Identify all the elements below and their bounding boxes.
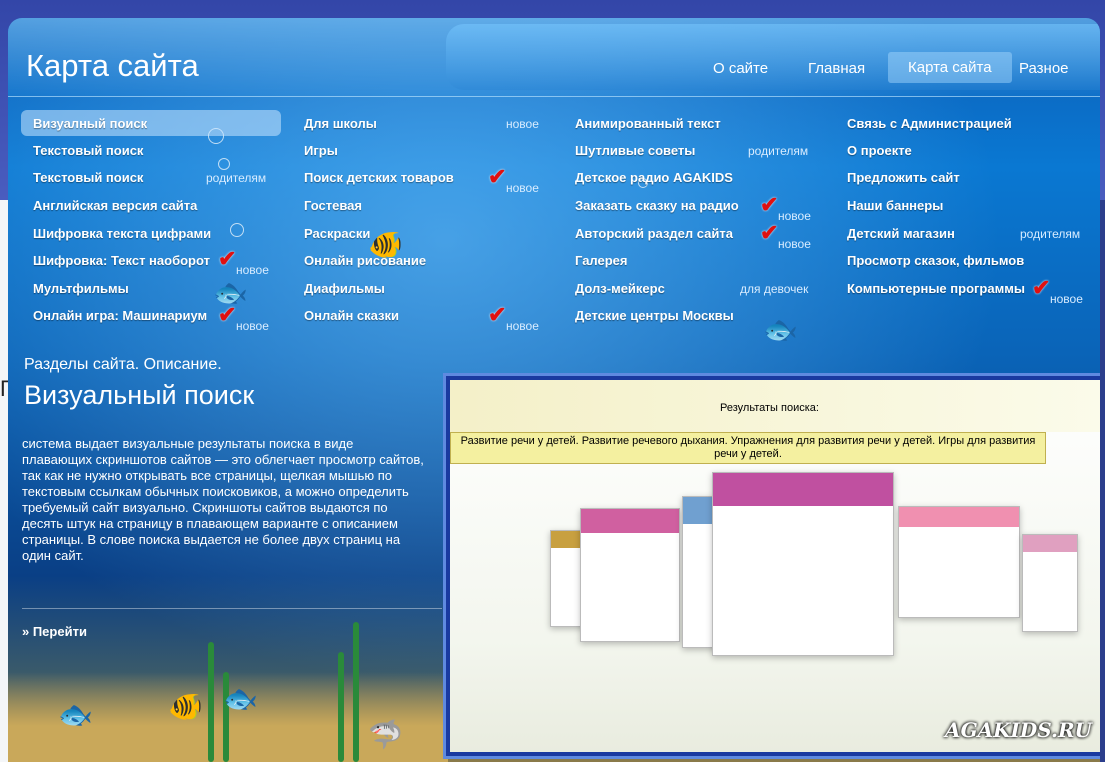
bubble <box>230 223 244 237</box>
sitemap-link[interactable]: Шифровка текста цифрами <box>33 226 211 241</box>
fish-icon: 🐠 <box>168 691 203 722</box>
sitemap-link[interactable]: Заказать сказку на радио <box>575 198 739 213</box>
check-icon: ✔ <box>488 302 507 327</box>
sitemap-link[interactable]: Раскраски <box>304 226 370 241</box>
check-icon: ✔ <box>760 192 779 217</box>
page-title: Карта сайта <box>26 48 199 83</box>
sitemap-link[interactable]: Онлайн сказки <box>304 308 399 323</box>
shark-icon: 🦈 <box>368 719 403 750</box>
sitemap-link[interactable]: Онлайн игра: Машинариум <box>33 308 207 323</box>
tag-badge: новое <box>778 209 811 223</box>
tag-badge: новое <box>236 263 269 277</box>
divider <box>22 608 442 609</box>
seaweed <box>208 642 214 762</box>
fish-icon: 🐟 <box>763 314 798 345</box>
clownfish-icon: 🐠 <box>368 229 403 260</box>
tag-badge: новое <box>506 181 539 195</box>
sitemap-link[interactable]: Текстовый поиск <box>33 170 143 185</box>
search-query: Развитие речи у детей. Развитие речевого… <box>450 432 1046 464</box>
tag-badge: новое <box>236 319 269 333</box>
tag-badge: родителям <box>748 144 809 158</box>
fish-icon: 🐟 <box>213 277 248 308</box>
sitemap-link[interactable]: Шутливые советы <box>575 143 695 158</box>
tag-badge: новое <box>1050 292 1083 306</box>
sitemap-link[interactable]: Гостевая <box>304 198 362 213</box>
sitemap-window: Карта сайта О сайте Главная Карта сайта … <box>8 18 1100 762</box>
sitemap-link[interactable]: Детское радио AGAKIDS <box>575 170 733 185</box>
search-preview[interactable]: Результаты поиска: Развитие речи у детей… <box>446 376 1100 756</box>
sitemap-link[interactable]: Авторский раздел сайта <box>575 226 733 241</box>
go-link[interactable]: » Перейти <box>22 624 87 639</box>
sitemap-link[interactable]: О проекте <box>847 143 912 158</box>
sitemap-link[interactable]: Английская версия сайта <box>33 198 197 213</box>
sitemap-link[interactable]: Текстовый поиск <box>33 143 143 158</box>
sitemap-link[interactable]: Долз-мейкерс <box>575 281 665 296</box>
sitemap-link[interactable]: Визуалный поиск <box>33 116 147 131</box>
sitemap-link[interactable]: Игры <box>304 143 338 158</box>
nav-about[interactable]: О сайте <box>713 60 768 77</box>
section-description: система выдает визуальные результаты пои… <box>22 436 424 563</box>
watermark-logo: AGAKIDS.RU <box>945 718 1092 742</box>
sitemap-link[interactable]: Онлайн рисование <box>304 253 426 268</box>
tag-badge: родителям <box>206 171 267 185</box>
seaweed <box>338 652 344 762</box>
sitemap-link[interactable]: Поиск детских товаров <box>304 170 454 185</box>
check-icon: ✔ <box>760 220 779 245</box>
sitemap-link[interactable]: Анимированный текст <box>575 116 721 131</box>
section-subtitle: Разделы сайта. Описание. <box>24 356 222 373</box>
sitemap-link[interactable]: Для школы <box>304 116 377 131</box>
sitemap-link[interactable]: Наши баннеры <box>847 198 943 213</box>
site-screenshot[interactable] <box>712 472 894 656</box>
fish-icon: 🐟 <box>58 699 93 730</box>
sitemap-link[interactable]: Детские центры Москвы <box>575 308 734 323</box>
sitemap-link[interactable]: Диафильмы <box>304 281 385 296</box>
section-title: Визуальный поиск <box>24 380 255 410</box>
nav-misc[interactable]: Разное <box>1019 60 1069 77</box>
seaweed <box>353 622 359 762</box>
sitemap-link[interactable]: Галерея <box>575 253 628 268</box>
site-screenshot[interactable] <box>580 508 680 642</box>
tag-badge: новое <box>506 117 539 131</box>
sitemap-link[interactable]: Связь с Администрацией <box>847 116 1012 131</box>
sitemap-link[interactable]: Шифровка: Текст наоборот <box>33 253 210 268</box>
check-icon: ✔ <box>218 246 237 271</box>
check-icon: ✔ <box>488 164 507 189</box>
sitemap-link[interactable]: Детский магазин <box>847 226 955 241</box>
sitemap-link[interactable]: Мультфильмы <box>33 281 129 296</box>
site-screenshot[interactable] <box>1022 534 1078 632</box>
tag-badge: для девочек <box>740 282 809 296</box>
sitemap-link[interactable]: Компьютерные программы <box>847 281 1025 296</box>
check-icon: ✔ <box>1032 275 1051 300</box>
fish-icon: 🐟 <box>223 683 258 714</box>
tag-badge: новое <box>506 319 539 333</box>
nav-home[interactable]: Главная <box>808 60 865 77</box>
sitemap-link[interactable]: Просмотр сказок, фильмов <box>847 253 1024 268</box>
tag-badge: новое <box>778 237 811 251</box>
nav-sitemap[interactable]: Карта сайта <box>888 52 1012 83</box>
bubble <box>218 158 230 170</box>
site-screenshot[interactable] <box>898 506 1020 618</box>
results-label: Результаты поиска: <box>720 402 819 414</box>
sitemap-link[interactable]: Предложить сайт <box>847 170 960 185</box>
tag-badge: родителям <box>1020 227 1081 241</box>
